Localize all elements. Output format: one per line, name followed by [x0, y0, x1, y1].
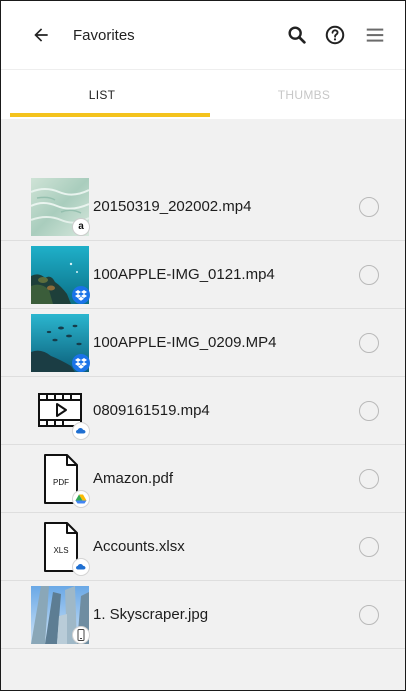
list-item[interactable]: XLS Accounts.xlsx [1, 513, 405, 581]
dropbox-icon [75, 357, 87, 369]
file-name: 1. Skyscraper.jpg [93, 606, 209, 623]
search-button[interactable] [279, 15, 315, 55]
onedrive-icon [76, 427, 86, 433]
file-name: Amazon.pdf [93, 470, 174, 487]
onedrive-badge [72, 557, 90, 576]
tab-thumbs[interactable]: THUMBS [203, 70, 405, 119]
search-icon [288, 26, 306, 44]
tab-list[interactable]: LIST [1, 70, 203, 119]
select-radio[interactable] [359, 332, 379, 353]
list-item[interactable]: PDF Amazon.pdf [1, 445, 405, 513]
select-radio[interactable] [359, 264, 379, 285]
list-item[interactable]: a 20150319_202002.mp4 [1, 173, 405, 241]
dropbox-badge [72, 353, 90, 372]
back-button[interactable] [21, 15, 61, 55]
list-item[interactable]: 1. Skyscraper.jpg [1, 581, 405, 649]
device-storage-badge [72, 625, 90, 644]
file-name: Accounts.xlsx [93, 538, 185, 555]
dropbox-icon [75, 289, 87, 301]
overflow-menu-button[interactable] [357, 15, 393, 55]
file-name: 100APPLE-IMG_0121.mp4 [93, 266, 275, 283]
phone-icon [77, 628, 85, 641]
pdf-icon-label: PDF [53, 478, 69, 487]
select-radio[interactable] [359, 604, 379, 625]
help-icon [325, 25, 345, 45]
top-app-bar: Favorites [1, 1, 405, 69]
list-item[interactable]: 100APPLE-IMG_0121.mp4 [1, 241, 405, 309]
file-list-container[interactable]: a 20150319_202002.mp4 100APPLE-IMG_0121.… [1, 119, 405, 690]
file-name: 0809161519.mp4 [93, 402, 210, 419]
active-tab-indicator [10, 113, 210, 117]
file-list: a 20150319_202002.mp4 100APPLE-IMG_0121.… [1, 173, 405, 649]
select-radio[interactable] [359, 400, 379, 421]
page-title: Favorites [73, 26, 135, 44]
google-drive-icon [75, 494, 87, 503]
help-button[interactable] [317, 15, 353, 55]
xls-icon-label: XLS [53, 546, 68, 555]
select-radio[interactable] [359, 536, 379, 557]
file-name: 20150319_202002.mp4 [93, 198, 252, 215]
file-thumbnail: a [31, 177, 90, 236]
app-window: Favorites LIST THUMBS a 20150319_202002.… [0, 0, 406, 691]
file-name: 100APPLE-IMG_0209.MP4 [93, 334, 277, 351]
onedrive-icon [76, 563, 86, 569]
select-radio[interactable] [359, 196, 379, 217]
file-thumbnail [31, 585, 90, 644]
file-thumbnail [31, 245, 90, 304]
list-item[interactable]: 100APPLE-IMG_0209.MP4 [1, 309, 405, 377]
list-item[interactable]: 0809161519.mp4 [1, 377, 405, 445]
file-thumbnail [31, 382, 90, 440]
view-tabs: LIST THUMBS [1, 69, 405, 119]
amazon-drive-badge: a [72, 217, 90, 236]
file-thumbnail: PDF [31, 450, 90, 508]
dropbox-badge [72, 285, 90, 304]
file-thumbnail: XLS [31, 518, 90, 576]
menu-icon [366, 28, 384, 42]
select-radio[interactable] [359, 468, 379, 489]
google-drive-badge [72, 489, 90, 508]
onedrive-badge [72, 421, 90, 440]
arrow-back-icon [34, 28, 48, 42]
amazon-badge-letter: a [78, 221, 84, 232]
file-thumbnail [31, 313, 90, 372]
